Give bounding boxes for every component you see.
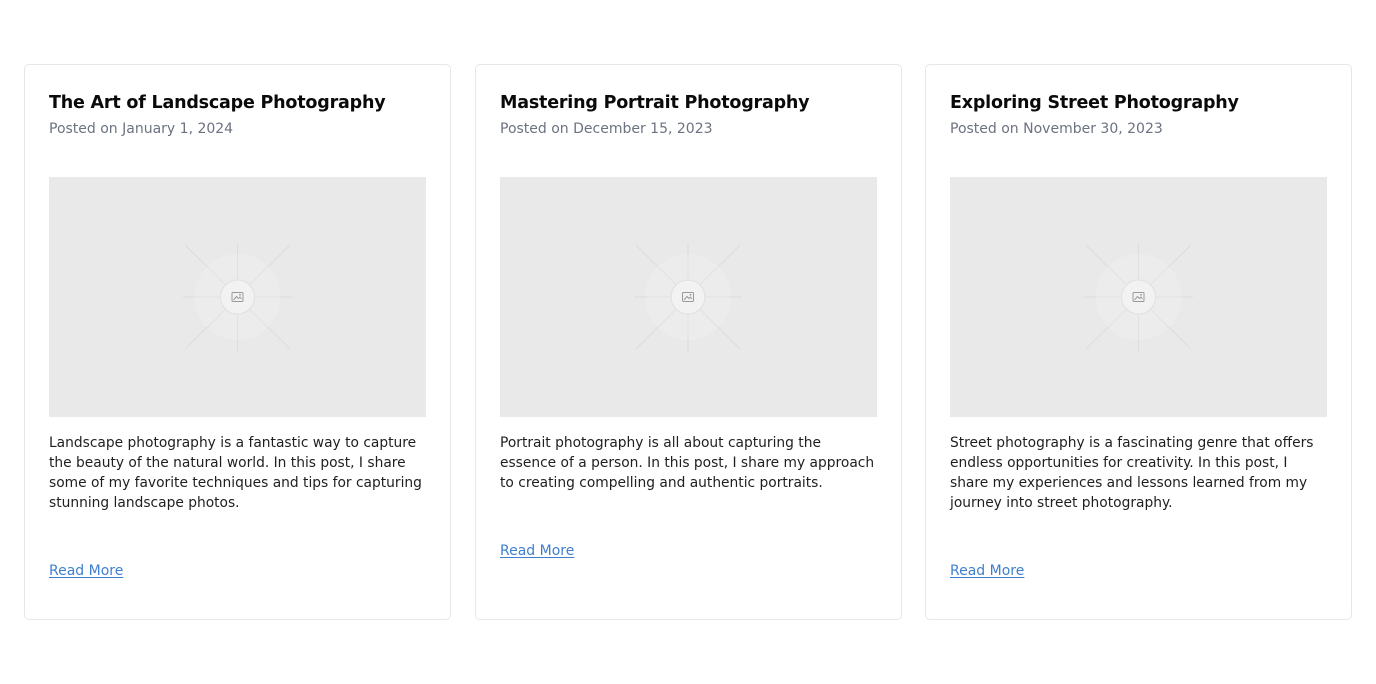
post-image-placeholder bbox=[950, 177, 1327, 417]
blog-post-grid: The Art of Landscape Photography Posted … bbox=[24, 64, 1352, 620]
post-excerpt: Portrait photography is all about captur… bbox=[500, 435, 875, 491]
post-date: Posted on November 30, 2023 bbox=[950, 121, 1163, 137]
image-placeholder-icon bbox=[1084, 243, 1193, 351]
read-more-link[interactable]: Read More bbox=[500, 541, 574, 561]
blog-post-card: Mastering Portrait Photography Posted on… bbox=[475, 64, 902, 620]
post-date: Posted on January 1, 2024 bbox=[49, 121, 234, 137]
read-more-link[interactable]: Read More bbox=[49, 561, 123, 581]
image-placeholder-icon bbox=[634, 243, 742, 351]
post-title: The Art of Landscape Photography bbox=[49, 93, 386, 113]
post-title: Mastering Portrait Photography bbox=[500, 93, 810, 113]
blog-post-card: Exploring Street Photography Posted on N… bbox=[925, 64, 1352, 620]
read-more-link[interactable]: Read More bbox=[950, 561, 1024, 581]
post-image-placeholder bbox=[49, 177, 426, 417]
post-excerpt: Landscape photography is a fantastic way… bbox=[49, 435, 422, 511]
image-placeholder-icon bbox=[183, 243, 292, 351]
post-image-placeholder bbox=[500, 177, 877, 417]
blog-post-card: The Art of Landscape Photography Posted … bbox=[24, 64, 451, 620]
post-date: Posted on December 15, 2023 bbox=[500, 121, 713, 137]
post-title: Exploring Street Photography bbox=[950, 93, 1239, 113]
post-excerpt: Street photography is a fascinating genr… bbox=[950, 435, 1314, 511]
